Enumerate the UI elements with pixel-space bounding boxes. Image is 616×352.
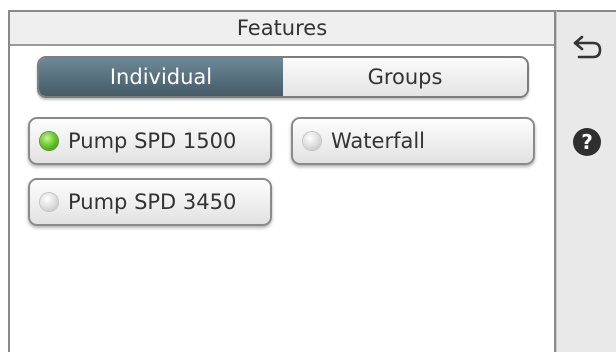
features-panel: Features Individual Groups Pump SPD 1500… <box>8 10 556 352</box>
tab-groups[interactable]: Groups <box>283 58 527 96</box>
feature-button-waterfall[interactable]: Waterfall <box>291 117 535 165</box>
feature-button-pump-spd-3450[interactable]: Pump SPD 3450 <box>28 178 272 226</box>
feature-label: Waterfall <box>331 129 426 153</box>
feature-label: Pump SPD 1500 <box>68 129 237 153</box>
feature-label: Pump SPD 3450 <box>68 190 237 214</box>
status-led-off-icon <box>303 132 321 150</box>
right-sidebar: ? <box>556 10 616 352</box>
title-bar: Features <box>10 12 554 46</box>
tab-individual[interactable]: Individual <box>39 58 283 96</box>
view-toggle: Individual Groups <box>37 56 529 98</box>
back-arrow-icon[interactable] <box>569 32 605 62</box>
feature-button-pump-spd-1500[interactable]: Pump SPD 1500 <box>28 117 272 165</box>
page-title: Features <box>236 16 328 40</box>
status-led-on-icon <box>40 132 58 150</box>
help-icon[interactable]: ? <box>573 128 601 156</box>
status-led-off-icon <box>40 193 58 211</box>
